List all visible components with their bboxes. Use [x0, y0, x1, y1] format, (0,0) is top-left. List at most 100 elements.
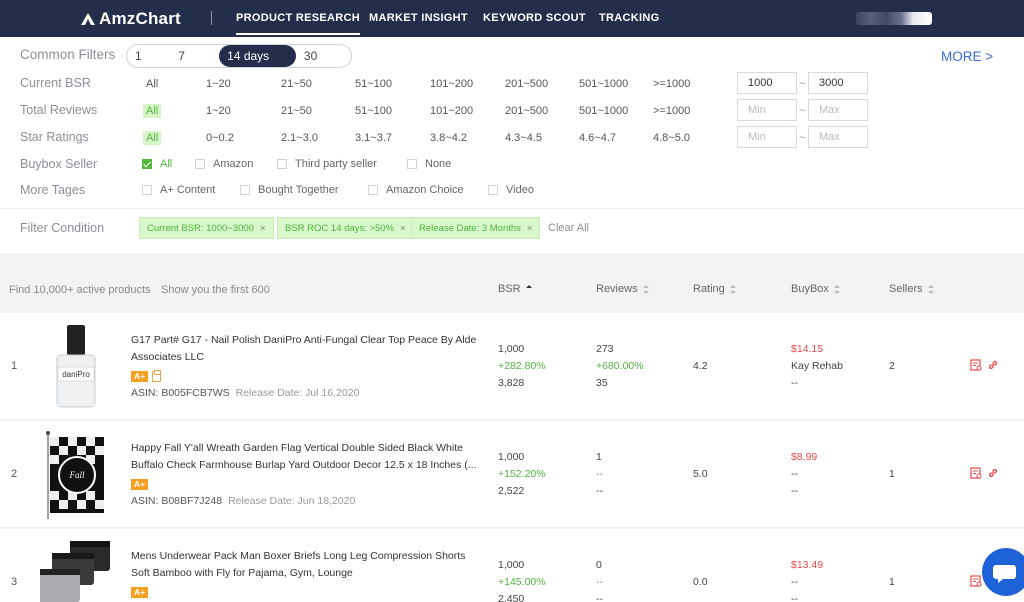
product-image[interactable]: Fall	[40, 429, 120, 519]
reviews-option[interactable]: 51~100	[355, 105, 392, 117]
bsr-option[interactable]: 21~50	[281, 78, 312, 90]
nav-market-insight[interactable]: MARKET INSIGHT	[369, 12, 468, 24]
column-rating[interactable]: Rating	[693, 283, 737, 295]
sort-icon	[927, 284, 935, 294]
row-index: 3	[11, 576, 18, 588]
buybox-all-checkbox[interactable]: All	[142, 158, 172, 170]
buybox-third-party-checkbox[interactable]: Third party seller	[277, 158, 377, 170]
reviews-option[interactable]: 101~200	[430, 105, 473, 117]
column-bsr[interactable]: BSR	[498, 283, 533, 295]
tag-bought-together-checkbox[interactable]: Bought Together	[240, 184, 339, 196]
link-icon[interactable]	[987, 467, 999, 479]
brand-logo[interactable]: AmzChart	[80, 8, 181, 30]
stars-max-input[interactable]	[808, 126, 868, 148]
bsr-previous: 2,450	[498, 593, 525, 602]
filter-chip[interactable]: BSR ROC 14 days: >50% ×	[277, 217, 414, 239]
chat-support-button[interactable]	[982, 548, 1024, 596]
more-filters-link[interactable]: MORE >	[941, 49, 993, 64]
reviews-max-input[interactable]	[808, 99, 868, 121]
bsr-option-all[interactable]: All	[146, 78, 158, 90]
report-icon[interactable]	[970, 359, 982, 371]
checkbox-icon	[240, 185, 250, 195]
bsr-value: 1,000	[498, 559, 525, 571]
row-index: 2	[11, 468, 18, 480]
report-icon[interactable]	[970, 467, 982, 479]
table-row[interactable]: 2 Fall Happy Fall Y'all Wreath Garden Fl…	[0, 421, 1024, 528]
bsr-option[interactable]: 1~20	[206, 78, 231, 90]
stars-option-all[interactable]: All	[143, 131, 162, 145]
filter-condition-label: Filter Condition	[20, 221, 105, 235]
table-row[interactable]: 1 daniPro G17 Part# G17 - Nail Polish Da…	[0, 313, 1024, 420]
period-7-days[interactable]: 7 days	[170, 45, 219, 67]
product-image[interactable]	[38, 539, 120, 602]
column-sellers[interactable]: Sellers	[889, 283, 935, 295]
stars-option[interactable]: 4.3~4.5	[505, 132, 542, 144]
checkbox-icon	[277, 159, 287, 169]
product-title[interactable]: Happy Fall Y'all Wreath Garden Flag Vert…	[131, 440, 486, 474]
filter-chip[interactable]: Current BSR: 1000~3000 ×	[139, 217, 274, 239]
reviews-min-input[interactable]	[737, 99, 797, 121]
reviews-option[interactable]: 501~1000	[579, 105, 628, 117]
top-navigation: AmzChart PRODUCT RESEARCH MARKET INSIGHT…	[0, 0, 1024, 37]
user-account-menu[interactable]	[856, 12, 932, 25]
reviews-option[interactable]: 1~20	[206, 105, 231, 117]
product-title[interactable]: Mens Underwear Pack Man Boxer Briefs Lon…	[131, 548, 486, 582]
bsr-min-input[interactable]	[737, 72, 797, 94]
column-buybox[interactable]: BuyBox	[791, 283, 841, 295]
stars-min-input[interactable]	[737, 126, 797, 148]
bsr-change: +145.00%	[498, 576, 546, 588]
period-14-days[interactable]: 14 days ago	[219, 45, 296, 67]
bsr-previous: 2,522	[498, 485, 525, 497]
tag-video-checkbox[interactable]: Video	[488, 184, 534, 196]
nav-tracking[interactable]: TRACKING	[599, 12, 659, 24]
column-label: Reviews	[596, 283, 638, 295]
stars-option[interactable]: 2.1~3.0	[281, 132, 318, 144]
product-image[interactable]: daniPro	[40, 323, 120, 413]
bsr-value: 1,000	[498, 343, 525, 355]
bsr-option[interactable]: 51~100	[355, 78, 392, 90]
product-title[interactable]: G17 Part# G17 - Nail Polish DaniPro Anti…	[131, 332, 486, 366]
close-icon[interactable]: ×	[400, 223, 406, 234]
reviews-value: 1	[596, 451, 602, 463]
bsr-option[interactable]: 101~200	[430, 78, 473, 90]
clear-all-button[interactable]: Clear All	[548, 222, 589, 234]
table-row[interactable]: 3 Mens Underwear Pack Man Boxer Briefs L…	[0, 529, 1024, 602]
close-icon[interactable]: ×	[260, 223, 266, 234]
bsr-option[interactable]: >=1000	[653, 78, 690, 90]
buybox-amazon-checkbox[interactable]: Amazon	[195, 158, 253, 170]
nav-keyword-scout[interactable]: KEYWORD SCOUT	[483, 12, 586, 24]
bsr-option[interactable]: 501~1000	[579, 78, 628, 90]
tag-amazon-choice-checkbox[interactable]: Amazon Choice	[368, 184, 464, 196]
stars-option[interactable]: 4.8~5.0	[653, 132, 690, 144]
stars-option[interactable]: 0~0.2	[206, 132, 234, 144]
reviews-option[interactable]: >=1000	[653, 105, 690, 117]
tag-aplus-checkbox[interactable]: A+ Content	[142, 184, 215, 196]
buybox-none-checkbox[interactable]: None	[407, 158, 451, 170]
period-1-day[interactable]: 1 day	[127, 45, 170, 67]
column-label: BuyBox	[791, 283, 829, 295]
results-count: Find 10,000+ active products	[9, 284, 151, 296]
column-reviews[interactable]: Reviews	[596, 283, 650, 295]
bsr-max-input[interactable]	[808, 72, 868, 94]
filter-chip[interactable]: Release Date: 3 Months ×	[411, 217, 541, 239]
stars-option[interactable]: 4.6~4.7	[579, 132, 616, 144]
period-30-days[interactable]: 30 days	[296, 45, 351, 67]
stars-option[interactable]: 3.1~3.7	[355, 132, 392, 144]
reviews-cell: 0 -- --	[596, 557, 603, 602]
report-icon[interactable]	[970, 575, 982, 587]
stars-option[interactable]: 3.8~4.2	[430, 132, 467, 144]
checkbox-label: All	[160, 158, 173, 170]
reviews-option[interactable]: 201~500	[505, 105, 548, 117]
row-actions	[970, 575, 982, 587]
buybox-price: $8.99	[791, 451, 818, 463]
reviews-option[interactable]: 21~50	[281, 105, 312, 117]
link-icon[interactable]	[987, 359, 999, 371]
checkbox-icon	[142, 185, 152, 195]
reviews-option-all[interactable]: All	[143, 104, 162, 118]
chat-icon	[993, 565, 1016, 583]
close-icon[interactable]: ×	[527, 223, 533, 234]
product-badges: A+	[131, 370, 162, 382]
nav-product-research[interactable]: PRODUCT RESEARCH	[236, 12, 360, 35]
rating-value: 0.0	[693, 576, 708, 588]
bsr-option[interactable]: 201~500	[505, 78, 548, 90]
